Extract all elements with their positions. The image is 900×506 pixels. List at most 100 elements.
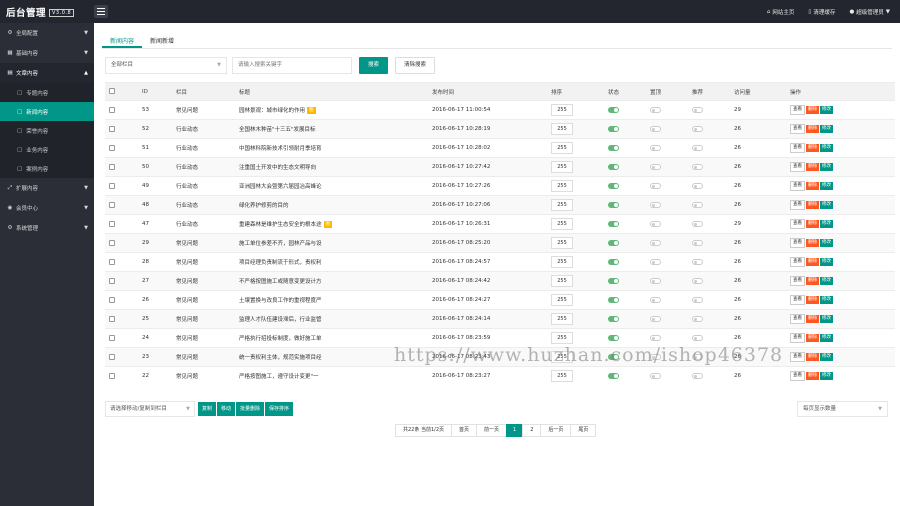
sort-input[interactable]: 255 <box>551 256 573 268</box>
status-toggle[interactable] <box>608 201 619 208</box>
sidebar-subitem-3[interactable]: ▢ 业务内容 <box>0 140 94 159</box>
tab-1[interactable]: 新闻新增 <box>142 35 182 48</box>
sidebar-subitem-4[interactable]: ▢ 案例内容 <box>0 159 94 178</box>
view-button[interactable]: 查看 <box>790 352 805 362</box>
app-logo[interactable]: 后台管理 V3.0.8 <box>6 5 75 19</box>
delete-button[interactable]: 删除 <box>806 353 819 361</box>
sidebar-subitem-0[interactable]: ▢ 专题内容 <box>0 83 94 102</box>
search-button[interactable]: 搜索 <box>359 57 389 74</box>
row-title[interactable]: 注重国土开发中的生态文明导向 <box>239 165 316 171</box>
rec-toggle[interactable] <box>692 315 703 322</box>
top-toggle[interactable] <box>650 144 661 151</box>
last-page-button[interactable]: 尾页 <box>570 424 597 437</box>
delete-button[interactable]: 删除 <box>806 144 819 152</box>
edit-button[interactable]: 修改 <box>820 372 833 381</box>
delete-button[interactable]: 删除 <box>806 239 819 247</box>
delete-button[interactable]: 删除 <box>806 182 819 190</box>
top-toggle[interactable] <box>650 315 661 322</box>
status-toggle[interactable] <box>608 144 619 151</box>
status-toggle[interactable] <box>608 220 619 227</box>
edit-button[interactable]: 修改 <box>820 201 833 209</box>
sort-input[interactable]: 255 <box>551 123 573 135</box>
row-title[interactable]: 严格按图施工，遵守设计变更"一 <box>239 374 319 380</box>
topbar-link-1[interactable]: ▯ 清理缓存 <box>808 8 835 16</box>
status-toggle[interactable] <box>608 315 619 322</box>
row-checkbox[interactable] <box>109 315 115 322</box>
row-checkbox[interactable] <box>109 353 115 360</box>
page-1[interactable]: 1 <box>506 424 524 437</box>
sort-input[interactable]: 255 <box>551 313 573 325</box>
sidebar-item-5[interactable]: ⚙ 系统管理 ▼ <box>0 218 94 238</box>
row-checkbox[interactable] <box>109 182 115 189</box>
row-checkbox[interactable] <box>109 277 115 284</box>
top-toggle[interactable] <box>650 296 661 303</box>
edit-button[interactable]: 修改 <box>820 144 833 152</box>
status-toggle[interactable] <box>608 334 619 341</box>
top-toggle[interactable] <box>650 334 661 341</box>
row-checkbox[interactable] <box>109 106 115 113</box>
edit-button[interactable]: 修改 <box>820 163 833 171</box>
row-title[interactable]: 亚洲园林大会暨第六届园冶高峰论 <box>239 184 322 190</box>
next-page-button[interactable]: 后一页 <box>540 424 572 437</box>
column-select[interactable]: 全部栏目 ▼ <box>105 57 227 74</box>
sidebar-item-2[interactable]: ▤ 文章内容 ▲ <box>0 63 94 83</box>
column-header-0[interactable] <box>105 82 138 101</box>
edit-button[interactable]: 修改 <box>820 258 833 266</box>
per-page-select[interactable]: 每页显示数量 ▼ <box>797 401 888 417</box>
rec-toggle[interactable] <box>692 125 703 132</box>
view-button[interactable]: 查看 <box>790 181 805 191</box>
status-toggle[interactable] <box>608 106 619 113</box>
edit-button[interactable]: 修改 <box>820 296 833 304</box>
status-toggle[interactable] <box>608 182 619 189</box>
status-toggle[interactable] <box>608 239 619 246</box>
view-button[interactable]: 查看 <box>790 143 805 153</box>
page-2[interactable]: 2 <box>522 424 542 437</box>
rec-toggle[interactable] <box>692 144 703 151</box>
sort-input[interactable]: 255 <box>551 294 573 306</box>
view-button[interactable]: 查看 <box>790 162 805 172</box>
rec-toggle[interactable] <box>692 201 703 208</box>
edit-button[interactable]: 修改 <box>820 353 833 361</box>
status-toggle[interactable] <box>608 125 619 132</box>
sort-input[interactable]: 255 <box>551 142 573 154</box>
top-toggle[interactable] <box>650 277 661 284</box>
rec-toggle[interactable] <box>692 220 703 227</box>
view-button[interactable]: 查看 <box>790 333 805 343</box>
row-checkbox[interactable] <box>109 239 115 246</box>
sort-input[interactable]: 255 <box>551 275 573 287</box>
sidebar-item-0[interactable]: ⚙ 全局配置 ▼ <box>0 23 94 43</box>
top-toggle[interactable] <box>650 182 661 189</box>
sort-input[interactable]: 255 <box>551 332 573 344</box>
clear-search-button[interactable]: 清除搜索 <box>395 57 436 74</box>
rec-toggle[interactable] <box>692 182 703 189</box>
rec-toggle[interactable] <box>692 277 703 284</box>
view-button[interactable]: 查看 <box>790 257 805 267</box>
delete-button[interactable]: 删除 <box>806 220 819 228</box>
delete-button[interactable]: 删除 <box>806 106 819 114</box>
edit-button[interactable]: 修改 <box>820 239 833 247</box>
sort-input[interactable]: 255 <box>551 237 573 249</box>
view-button[interactable]: 查看 <box>790 371 805 382</box>
row-title[interactable]: 不严格按图施工或随意变更设计方 <box>239 279 322 285</box>
batch-button-1[interactable]: 移动 <box>217 402 236 416</box>
view-button[interactable]: 查看 <box>790 200 805 210</box>
row-title[interactable]: 施工单位参差不齐，园林产品与设 <box>239 241 322 247</box>
delete-button[interactable]: 删除 <box>806 125 819 133</box>
edit-button[interactable]: 修改 <box>820 106 833 114</box>
view-button[interactable]: 查看 <box>790 276 805 286</box>
row-checkbox[interactable] <box>109 163 115 170</box>
edit-button[interactable]: 修改 <box>820 315 833 323</box>
delete-button[interactable]: 删除 <box>806 277 819 285</box>
row-checkbox[interactable] <box>109 258 115 265</box>
row-title[interactable]: 土壤置换与改良工作的重视程度严 <box>239 298 322 304</box>
sort-input[interactable]: 255 <box>551 199 573 211</box>
top-toggle[interactable] <box>650 106 661 113</box>
rec-toggle[interactable] <box>692 106 703 113</box>
delete-button[interactable]: 删除 <box>806 258 819 266</box>
sort-input[interactable]: 255 <box>551 218 573 230</box>
sort-input[interactable]: 255 <box>551 180 573 192</box>
view-button[interactable]: 查看 <box>790 124 805 134</box>
view-button[interactable]: 查看 <box>790 238 805 248</box>
status-toggle[interactable] <box>608 258 619 265</box>
delete-button[interactable]: 删除 <box>806 334 819 342</box>
